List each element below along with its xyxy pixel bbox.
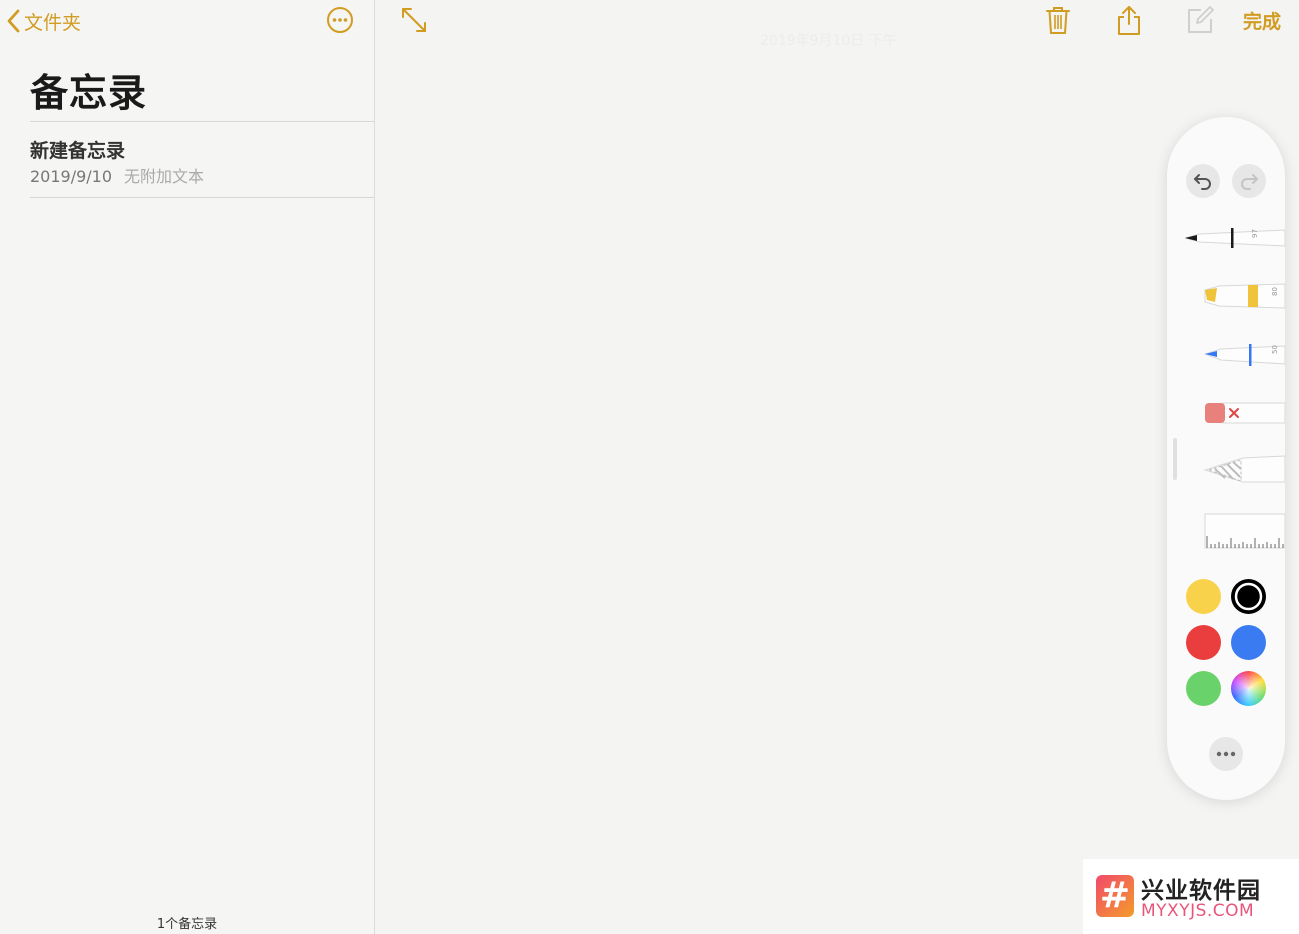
notes-sidebar: 文件夹 备忘录 新建备忘录 2019/9/10 无附加文本 1个备忘录 bbox=[0, 0, 375, 934]
more-options-button[interactable] bbox=[325, 5, 355, 35]
marker-icon: 80 bbox=[1204, 283, 1286, 309]
pen-icon: 97 bbox=[1183, 228, 1286, 248]
trash-icon bbox=[1046, 7, 1070, 34]
color-swatch-blue[interactable] bbox=[1231, 625, 1266, 660]
pencil-size-label: 50 bbox=[1271, 345, 1279, 354]
back-button-label: 文件夹 bbox=[24, 11, 82, 34]
color-swatch-yellow[interactable] bbox=[1186, 579, 1221, 614]
ruler-icon bbox=[1204, 513, 1286, 549]
page-title: 备忘录 bbox=[30, 71, 148, 115]
pen-size-label: 97 bbox=[1251, 229, 1259, 238]
watermark-logo-icon: # bbox=[1096, 875, 1134, 917]
color-wheel-icon bbox=[1231, 671, 1266, 706]
compose-button[interactable] bbox=[1184, 4, 1216, 36]
pen-tool[interactable]: 97 bbox=[1183, 218, 1286, 258]
note-timestamp: 2019年9月10日 下午 bbox=[760, 33, 897, 49]
watermark: # 兴业软件园 MYXYJS.COM bbox=[1083, 859, 1299, 934]
expand-arrows-icon bbox=[402, 8, 426, 32]
redo-icon bbox=[1241, 174, 1258, 190]
compose-icon bbox=[1188, 6, 1214, 33]
palette-more-button[interactable] bbox=[1209, 737, 1243, 771]
pencil-tool[interactable]: 50 bbox=[1185, 334, 1286, 374]
color-swatch-red[interactable] bbox=[1186, 625, 1221, 660]
pencil-icon: 50 bbox=[1203, 344, 1286, 366]
ellipsis-icon bbox=[1216, 751, 1236, 757]
ellipsis-circle-icon bbox=[327, 7, 353, 33]
delete-button[interactable] bbox=[1042, 4, 1074, 36]
marker-size-label: 80 bbox=[1271, 287, 1279, 296]
watermark-name: 兴业软件园 bbox=[1141, 878, 1261, 904]
note-count: 1个备忘录 bbox=[156, 917, 218, 932]
color-swatch-green[interactable] bbox=[1186, 671, 1221, 706]
note-meta: 2019/9/10 无附加文本 bbox=[30, 163, 204, 187]
divider bbox=[30, 197, 374, 198]
lasso-tool[interactable] bbox=[1185, 450, 1286, 490]
share-button[interactable] bbox=[1113, 4, 1145, 36]
chevron-left-icon bbox=[7, 9, 20, 33]
undo-icon bbox=[1194, 174, 1211, 190]
share-icon bbox=[1118, 6, 1140, 35]
color-picker-button[interactable] bbox=[1231, 671, 1266, 706]
back-to-folders-button[interactable]: 文件夹 bbox=[6, 6, 81, 36]
redo-button[interactable] bbox=[1232, 164, 1266, 198]
done-button[interactable]: 完成 bbox=[1243, 7, 1281, 34]
lasso-icon bbox=[1203, 455, 1286, 483]
expand-button[interactable] bbox=[398, 4, 430, 36]
note-date: 2019/9/10 bbox=[30, 167, 113, 186]
note-list-item[interactable]: 新建备忘录 2019/9/10 无附加文本 bbox=[30, 122, 374, 198]
eraser-icon bbox=[1205, 402, 1286, 424]
watermark-url: MYXYJS.COM bbox=[1141, 901, 1255, 921]
undo-button[interactable] bbox=[1186, 164, 1220, 198]
resize-handle[interactable] bbox=[1173, 438, 1177, 480]
note-title: 新建备忘录 bbox=[30, 140, 126, 162]
eraser-tool[interactable] bbox=[1185, 393, 1286, 433]
ruler-tool[interactable] bbox=[1185, 510, 1286, 550]
color-swatch-black-selected[interactable] bbox=[1231, 579, 1266, 614]
marker-tool[interactable]: 80 bbox=[1185, 276, 1286, 316]
selected-ring-icon bbox=[1232, 580, 1265, 613]
note-preview: 无附加文本 bbox=[124, 167, 205, 186]
